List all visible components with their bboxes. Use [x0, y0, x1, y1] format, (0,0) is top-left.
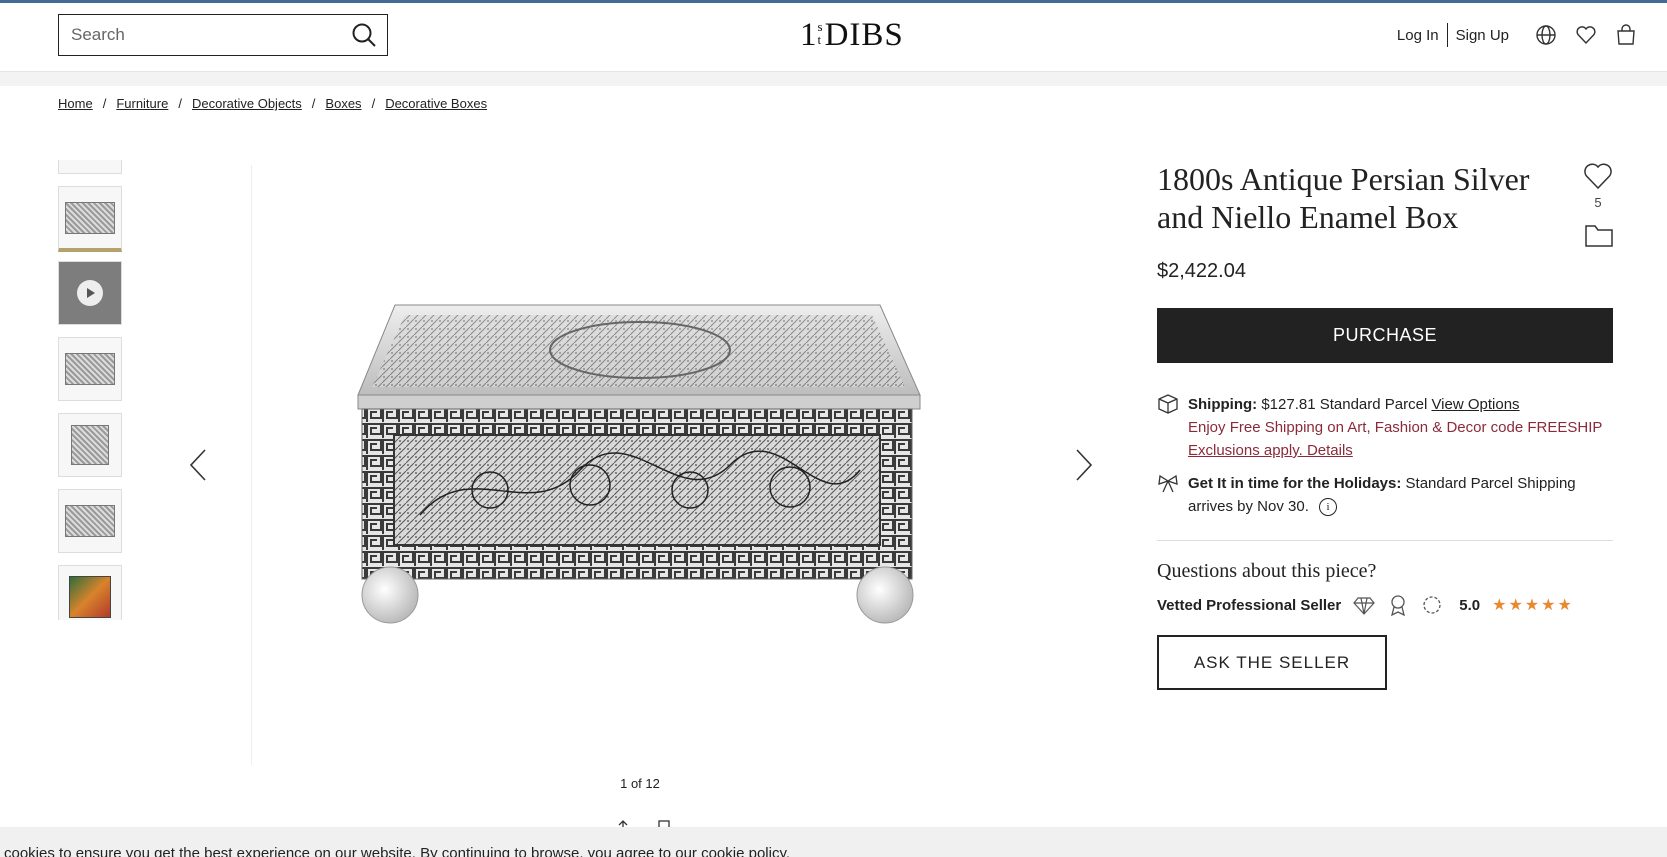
- site-logo[interactable]: 1 s t DIBS: [800, 17, 904, 54]
- breadcrumb-separator: /: [102, 96, 107, 111]
- cookie-text: cookies to ensure you get the best exper…: [4, 845, 791, 857]
- breadcrumb-furniture[interactable]: Furniture: [116, 96, 168, 111]
- gift-bow-icon: [1158, 474, 1178, 493]
- package-icon: [1158, 394, 1178, 414]
- thumbnail-strip[interactable]: [58, 160, 126, 620]
- thumbnail[interactable]: [58, 337, 122, 401]
- ask-the-seller-button[interactable]: ASK THE SELLER: [1157, 635, 1387, 690]
- gallery-divider: [251, 165, 252, 765]
- breadcrumb-separator: /: [178, 96, 182, 111]
- logo-dibs: DIBS: [824, 17, 904, 53]
- free-shipping-promo: Enjoy Free Shipping on Art, Fashion & De…: [1188, 419, 1603, 436]
- shopping-bag-icon[interactable]: [1615, 24, 1637, 46]
- site-header: 1 s t DIBS Log In Sign Up: [0, 3, 1667, 72]
- info-icon[interactable]: i: [1319, 498, 1338, 517]
- search-icon[interactable]: [351, 22, 377, 48]
- chevron-left-icon[interactable]: [188, 448, 208, 482]
- shipping-info: Shipping: $127.81 Standard Parcel View O…: [1157, 393, 1617, 462]
- chevron-right-icon[interactable]: [1074, 448, 1094, 482]
- header-actions: Log In Sign Up: [1389, 23, 1637, 47]
- thumbnail[interactable]: [58, 565, 122, 620]
- exclusions-details-link[interactable]: Exclusions apply. Details: [1188, 442, 1353, 459]
- breadcrumb-separator: /: [311, 96, 316, 111]
- vetted-seller-label: Vetted Professional Seller: [1157, 596, 1342, 614]
- thumbnail-video[interactable]: [58, 261, 122, 325]
- header-gray-band: [0, 72, 1667, 86]
- shipping-label: Shipping:: [1188, 396, 1258, 413]
- login-link[interactable]: Log In: [1389, 27, 1447, 44]
- heart-icon[interactable]: [1583, 162, 1613, 190]
- breadcrumb-decorative-boxes[interactable]: Decorative Boxes: [385, 96, 487, 111]
- rating-stars: ★★★★★: [1492, 597, 1574, 614]
- signup-link[interactable]: Sign Up: [1448, 27, 1517, 44]
- search-input[interactable]: [69, 15, 351, 55]
- shipping-value: $127.81 Standard Parcel: [1261, 396, 1428, 413]
- thumbnail[interactable]: [58, 489, 122, 553]
- logo-st: s t: [817, 19, 824, 47]
- breadcrumb-separator: /: [371, 96, 376, 111]
- holiday-label: Get It in time for the Holidays:: [1188, 475, 1402, 492]
- seller-badges: Vetted Professional Seller 5.0 ★★★★★: [1157, 594, 1574, 616]
- diamond-icon[interactable]: [1353, 594, 1376, 616]
- search-box[interactable]: [58, 14, 388, 56]
- seller-rating: 5.0: [1459, 596, 1481, 614]
- logo-one: 1: [800, 17, 818, 53]
- breadcrumb: Home / Furniture / Decorative Objects / …: [58, 96, 487, 111]
- breadcrumb-decorative-objects[interactable]: Decorative Objects: [192, 96, 302, 111]
- award-ribbon-icon[interactable]: [1387, 594, 1409, 616]
- breadcrumb-home[interactable]: Home: [58, 96, 93, 111]
- product-title: 1800s Antique Persian Silver and Niello …: [1157, 161, 1530, 235]
- folder-icon[interactable]: [1584, 222, 1614, 248]
- breadcrumb-boxes[interactable]: Boxes: [325, 96, 361, 111]
- favorites-count: 5: [1594, 195, 1602, 210]
- laurel-badge-icon[interactable]: [1421, 594, 1443, 616]
- thumbnail[interactable]: [58, 413, 122, 477]
- product-main-image[interactable]: [350, 295, 930, 630]
- section-divider: [1157, 540, 1613, 541]
- favorite-control[interactable]: 5: [1582, 162, 1614, 210]
- product-price: $2,422.04: [1157, 260, 1246, 282]
- view-options-link[interactable]: View Options: [1431, 396, 1519, 413]
- thumbnail-active[interactable]: [58, 186, 122, 252]
- heart-icon[interactable]: [1575, 24, 1597, 46]
- purchase-button[interactable]: PURCHASE: [1157, 308, 1613, 363]
- holiday-delivery: Get It in time for the Holidays: Standar…: [1157, 472, 1617, 518]
- globe-icon[interactable]: [1535, 24, 1557, 46]
- questions-heading: Questions about this piece?: [1157, 560, 1377, 582]
- thumbnail[interactable]: [58, 160, 122, 174]
- image-counter: 1 of 12: [620, 776, 660, 791]
- play-icon: [77, 280, 103, 306]
- cookie-banner: cookies to ensure you get the best exper…: [0, 827, 1667, 857]
